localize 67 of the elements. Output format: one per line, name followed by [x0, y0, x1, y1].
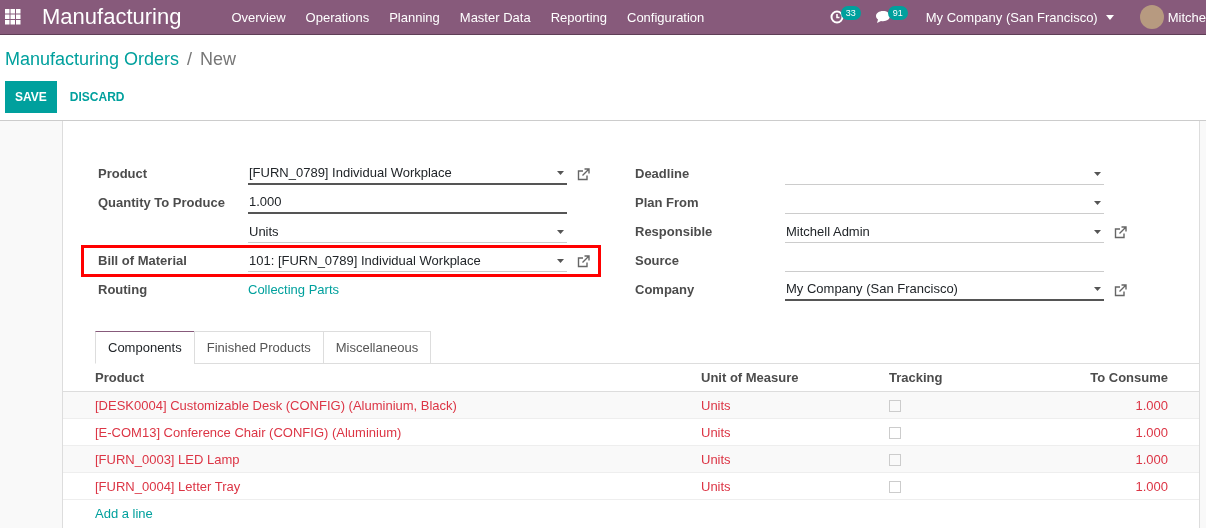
breadcrumb-current: New	[200, 48, 237, 70]
input-field[interactable]: [FURN_0789] Individual Workplace	[248, 163, 567, 185]
tab[interactable]: Components	[95, 331, 195, 364]
external-link-icon[interactable]	[576, 167, 590, 181]
table-cell: [E-COM13] Conference Chair (CONFIG) (Aluminium)	[63, 418, 701, 446]
table-cell: Units	[701, 472, 889, 500]
table-cell: Units	[701, 418, 889, 446]
menu-item[interactable]: Operations	[295, 9, 380, 25]
menu-item[interactable]: Planning	[379, 9, 450, 25]
tracking-checkbox[interactable]	[889, 454, 901, 467]
apps-grid-icon[interactable]	[5, 9, 21, 25]
field-label: Plan From	[635, 195, 699, 210]
caret-icon	[1094, 171, 1101, 176]
input-field[interactable]: My Company (San Francisco)	[785, 279, 1104, 301]
user-name[interactable]: Mitche	[1167, 9, 1206, 25]
table-cell: [DESK0004] Customizable Desk (CONFIG) (Aluminium, Black)	[63, 391, 701, 419]
breadcrumb-separator: /	[187, 48, 193, 70]
tab[interactable]: Miscellaneous	[322, 331, 432, 364]
menu-item[interactable]: Overview	[221, 9, 296, 25]
field-label: Responsible	[635, 224, 713, 239]
table-cell: [FURN_0003] LED Lamp	[63, 445, 701, 473]
caret-icon	[1094, 200, 1101, 205]
table-cell: Units	[701, 445, 889, 473]
chat-icon[interactable]	[874, 10, 891, 24]
column-header[interactable]: Product	[63, 364, 701, 392]
avatar[interactable]	[1139, 5, 1164, 29]
clock-icon[interactable]	[829, 10, 844, 24]
column-header[interactable]: To Consume	[989, 364, 1199, 392]
input-field[interactable]: 101: [FURN_0789] Individual Workplace	[248, 250, 567, 272]
app-title: Manufacturing	[42, 4, 182, 30]
caret-icon	[1105, 14, 1114, 20]
column-header[interactable]: Unit of Measure	[701, 364, 889, 392]
external-link-icon[interactable]	[1113, 283, 1127, 297]
table-cell: 1.000	[989, 391, 1199, 419]
column-header[interactable]: Tracking	[889, 364, 989, 392]
menu-item[interactable]: Configuration	[617, 9, 715, 25]
menu-item[interactable]: Reporting	[540, 9, 617, 25]
table-cell: [FURN_0004] Letter Tray	[63, 472, 701, 500]
activity-count-badge: 33	[840, 6, 861, 20]
input-field[interactable]: Mitchell Admin	[785, 221, 1104, 243]
tracking-checkbox[interactable]	[889, 481, 901, 494]
external-link-icon[interactable]	[576, 254, 590, 268]
table-cell: 1.000	[989, 445, 1199, 473]
tab[interactable]: Finished Products	[193, 331, 324, 364]
menu-item[interactable]: Master Data	[449, 9, 541, 25]
field-label: Company	[635, 282, 695, 297]
caret-icon	[1094, 229, 1101, 234]
company-switcher[interactable]: My Company (San Francisco)	[925, 9, 1098, 25]
caret-icon	[557, 258, 564, 263]
caret-icon	[1094, 287, 1101, 291]
input-field[interactable]: Units	[248, 221, 567, 243]
field-label: Deadline	[635, 166, 690, 181]
field-label: Quantity To Produce	[98, 195, 225, 210]
tracking-checkbox[interactable]	[889, 427, 901, 440]
field-label: Bill of Material	[98, 253, 187, 268]
message-count-badge: 91	[887, 6, 908, 20]
input-field[interactable]: 1.000	[248, 192, 567, 214]
caret-icon	[557, 171, 564, 175]
field-label: Routing	[98, 282, 148, 297]
table-cell: Units	[701, 391, 889, 419]
table-cell: 1.000	[989, 472, 1199, 500]
field-label: Product	[98, 166, 148, 181]
table-cell: 1.000	[989, 418, 1199, 446]
field-label: Source	[635, 253, 680, 268]
caret-icon	[557, 229, 564, 234]
external-link-icon[interactable]	[1113, 225, 1127, 239]
tracking-checkbox[interactable]	[889, 400, 901, 413]
